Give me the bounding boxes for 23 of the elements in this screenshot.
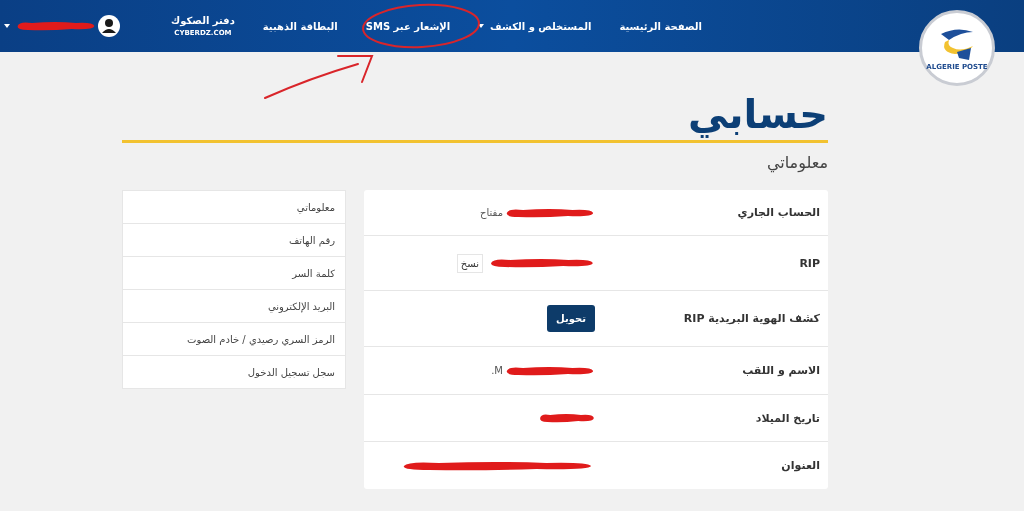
field-label: الحساب الجاري	[736, 206, 820, 219]
copy-button[interactable]: نسخ	[456, 253, 483, 273]
side-menu-item[interactable]: معلوماتي	[123, 191, 345, 224]
field-value: مفتاح	[480, 207, 503, 218]
side-menu-item[interactable]: الرمز السري رصيدي / خادم الصوت	[123, 323, 345, 356]
nav-link[interactable]: الصفحة الرئيسية	[619, 20, 702, 32]
side-menu-item[interactable]: البريد الإلكتروني	[123, 290, 345, 323]
field-label: كشف الهوية البريدية RIP	[682, 312, 820, 325]
transfer-button[interactable]: تحويل	[547, 305, 595, 332]
field-label: تاريخ الميلاد	[754, 411, 820, 425]
nav-link[interactable]: الإشعار عبر SMS	[365, 20, 451, 32]
field-label: العنوان	[780, 459, 820, 472]
nav-link[interactable]: المستخلص و الكشف	[478, 20, 592, 32]
side-menu-item[interactable]: رقم الهاتف	[123, 224, 345, 257]
nav-link[interactable]: البطاقة الذهبية	[262, 20, 338, 32]
section-title: معلوماتي	[766, 153, 828, 172]
field-label: الاسم و اللقب	[741, 364, 820, 377]
field-label: RIP	[798, 256, 820, 270]
avatar-icon	[98, 15, 120, 37]
page-title: حسابي	[687, 91, 828, 137]
side-menu-item[interactable]: كلمة السر	[123, 257, 345, 290]
field-value: M.	[491, 365, 503, 376]
side-menu-item[interactable]: سجل تسجيل الدخول	[123, 356, 345, 388]
